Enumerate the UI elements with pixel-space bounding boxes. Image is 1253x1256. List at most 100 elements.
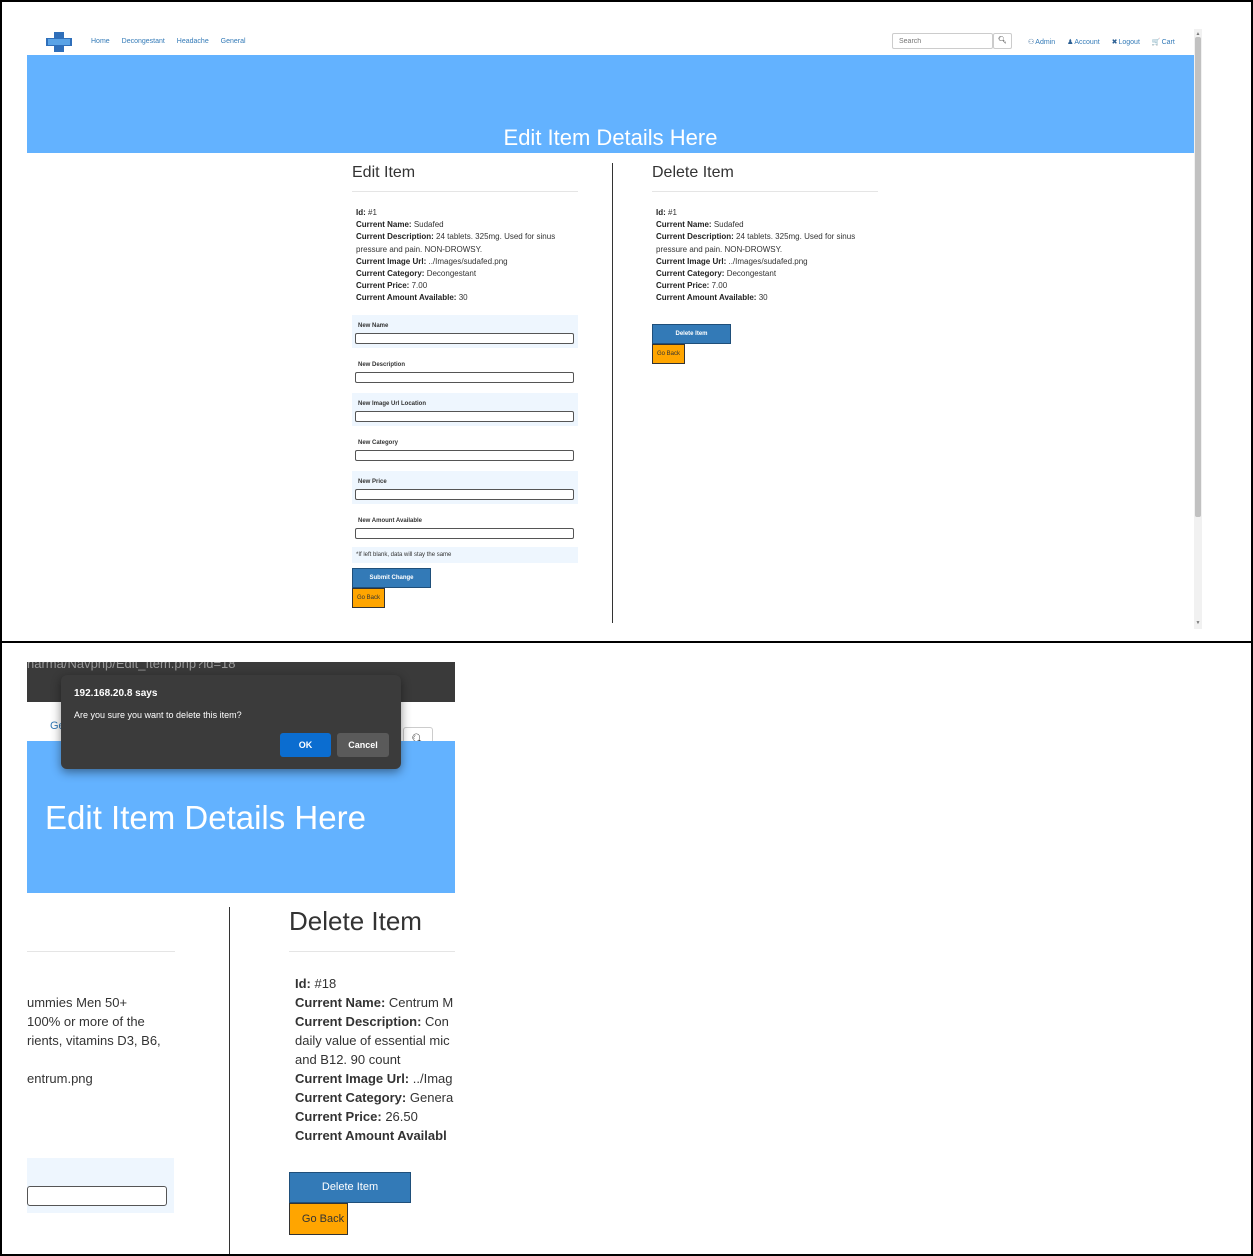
- top-navbar: Home Decongestant Headache General 🔍︎ ⚇A…: [27, 29, 1194, 55]
- search-input[interactable]: [892, 33, 993, 49]
- name-value: Sudafed: [713, 220, 744, 230]
- amount-value: 30: [758, 293, 768, 303]
- image-url-label: Current Image Url:: [356, 256, 427, 266]
- user-icon: ♟: [1067, 39, 1074, 46]
- new-category-input[interactable]: [355, 449, 574, 461]
- full-page-panel: Home Decongestant Headache General 🔍︎ ⚇A…: [0, 0, 1253, 643]
- new-category-label: New Category: [358, 439, 399, 446]
- delete-item-heading: Delete Item: [289, 906, 455, 952]
- description-label: Current Description:: [295, 1014, 422, 1029]
- edit-item-section: Edit Item Id: #1 Current Name: Sudafed C…: [352, 164, 578, 608]
- new-price-input[interactable]: [355, 488, 574, 500]
- image-url-label: Current Image Url:: [295, 1071, 410, 1086]
- nav-links: Home Decongestant Headache General: [91, 38, 256, 45]
- delete-item-info: Id: #1 Current Name: Sudafed Current Des…: [652, 192, 878, 305]
- delete-item-button[interactable]: Delete Item: [652, 323, 731, 344]
- nav-link-cart[interactable]: 🛒Cart: [1152, 39, 1175, 46]
- description-label: Current Description:: [656, 232, 734, 242]
- dialog-cancel-button[interactable]: Cancel: [337, 733, 389, 757]
- nav-link-general[interactable]: General: [221, 38, 246, 45]
- search-button[interactable]: 🔍︎: [993, 33, 1012, 49]
- page-title: Edit Item Details Here: [503, 125, 718, 150]
- current-item-info: Id: #1 Current Name: Sudafed Current Des…: [352, 192, 578, 305]
- price-value: 7.00: [711, 281, 728, 291]
- nav-link-home[interactable]: Home: [91, 38, 110, 45]
- new-amount-group: New Amount Available: [352, 510, 578, 543]
- go-back-button[interactable]: Go Back: [352, 587, 386, 608]
- delete-item-heading: Delete Item: [652, 164, 878, 192]
- screenshot-composite: Home Decongestant Headache General 🔍︎ ⚇A…: [0, 0, 1253, 1256]
- scrollbar-thumb[interactable]: [1195, 37, 1201, 517]
- new-description-input[interactable]: [355, 371, 574, 383]
- nav-admin-label: Admin: [1035, 39, 1056, 46]
- edit-heading-rule: [27, 951, 175, 952]
- blank-field-note: *If left blank, data will stay the same: [352, 546, 578, 563]
- new-amount-input[interactable]: [355, 527, 574, 539]
- nav-cart-label: Cart: [1161, 39, 1175, 46]
- nav-link-decongestant[interactable]: Decongestant: [122, 38, 165, 45]
- go-back-button[interactable]: Go Back: [652, 343, 686, 364]
- price-value: 7.00: [411, 281, 428, 291]
- nav-account-label: Account: [1074, 39, 1100, 46]
- zoomed-viewport: harma/Navphp/Edit_Item.php?id=18 Ge 🔍︎ E…: [27, 662, 455, 1254]
- nav-account-links: ⚇Admin ♟Account ✖Logout 🛒Cart: [1028, 38, 1185, 46]
- amount-label: Current Amount Availabl: [295, 1128, 447, 1143]
- nav-link-headache[interactable]: Headache: [177, 38, 209, 45]
- dialog-origin: 192.168.20.8 says: [74, 688, 158, 699]
- amount-label: Current Amount Available:: [656, 293, 757, 303]
- dialog-message: Are you sure you want to delete this ite…: [74, 710, 242, 720]
- edit-item-info-fragment: ummies Men 50+ 100% or more of the rient…: [27, 995, 161, 1086]
- id-value: #18: [314, 976, 337, 991]
- description-line-2: daily value of essential mic: [295, 1033, 450, 1048]
- admin-icon: ⚇: [1028, 39, 1035, 46]
- delete-item-button[interactable]: Delete Item: [289, 1172, 411, 1203]
- page-title: Edit Item Details Here: [45, 799, 366, 836]
- new-category-group: New Category: [352, 432, 578, 465]
- go-back-button[interactable]: Go Back: [289, 1203, 348, 1235]
- nav-link-logout[interactable]: ✖Logout: [1112, 39, 1140, 46]
- new-price-label: New Price: [358, 478, 387, 485]
- amount-label: Current Amount Available:: [356, 293, 457, 303]
- new-image-url-label: New Image Url Location: [358, 400, 427, 407]
- nav-link-account[interactable]: ♟Account: [1067, 39, 1100, 46]
- image-url-value: ../Images/sudafed.png: [728, 256, 808, 266]
- new-name-input[interactable]: [27, 1186, 167, 1206]
- cart-icon: 🛒: [1151, 39, 1161, 46]
- confirm-delete-dialog: 192.168.20.8 says Are you sure you want …: [61, 675, 401, 769]
- image-url-label: Current Image Url:: [656, 256, 727, 266]
- price-label: Current Price:: [295, 1109, 382, 1124]
- category-label: Current Category:: [356, 269, 425, 279]
- new-name-group: [27, 1158, 174, 1213]
- page-scrollbar[interactable]: ▲ ▼: [1194, 29, 1202, 629]
- scroll-down-arrow-icon[interactable]: ▼: [1195, 620, 1201, 626]
- nav-link-admin[interactable]: ⚇Admin: [1028, 39, 1055, 46]
- price-label: Current Price:: [656, 281, 710, 291]
- amount-value: 30: [458, 293, 468, 303]
- id-label: Id:: [356, 208, 366, 217]
- id-value: #1: [368, 208, 377, 217]
- new-name-group: New Name: [352, 314, 578, 348]
- name-label: Current Name:: [656, 220, 712, 230]
- dialog-ok-button[interactable]: OK: [280, 733, 331, 757]
- page-url[interactable]: harma/Navphp/Edit_Item.php?id=18: [27, 662, 236, 671]
- delete-item-section: Delete Item Id: #1 Current Name: Sudafed…: [652, 164, 878, 364]
- price-label: Current Price:: [356, 281, 410, 291]
- description-value: Con: [425, 1014, 449, 1029]
- description-label: Current Description:: [356, 232, 434, 242]
- new-description-label: New Description: [358, 361, 406, 368]
- pharmacy-cross-logo[interactable]: [46, 32, 72, 52]
- new-amount-label: New Amount Available: [358, 517, 423, 524]
- hero-banner: Edit Item Details Here: [27, 55, 1194, 153]
- new-name-input[interactable]: [355, 332, 574, 344]
- category-value: Decongestant: [726, 269, 777, 279]
- edit-item-heading: Edit Item: [352, 164, 578, 192]
- new-image-url-input[interactable]: [355, 410, 574, 422]
- close-icon: ✖: [1111, 39, 1118, 46]
- name-label: Current Name:: [295, 995, 386, 1010]
- name-value: Sudafed: [413, 220, 444, 230]
- description-line-3: and B12. 90 count: [295, 1052, 401, 1067]
- submit-change-button[interactable]: Submit Change: [352, 567, 431, 588]
- id-value: #1: [668, 208, 677, 217]
- image-url-value: ../Images/sudafed.png: [428, 256, 508, 266]
- name-label: Current Name:: [356, 220, 412, 230]
